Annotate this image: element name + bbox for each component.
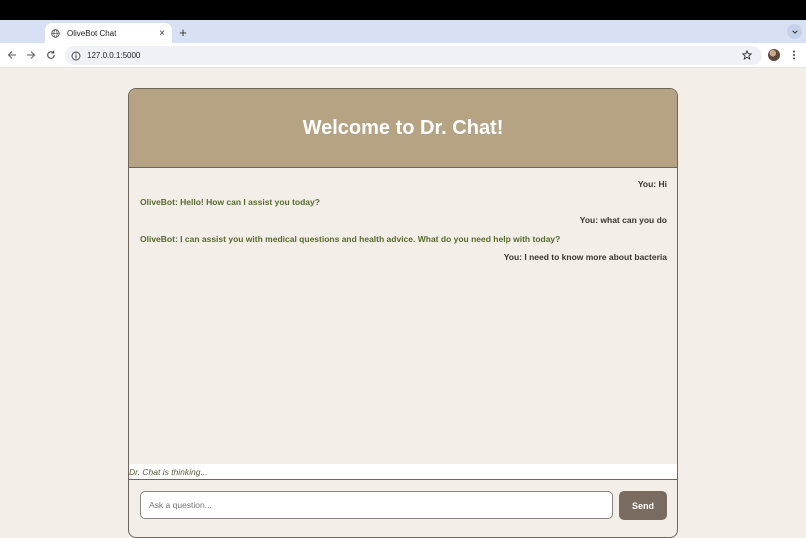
input-row: Send [129,480,677,537]
browser-menu-button[interactable] [788,48,800,62]
user-message: You: what can you do [579,215,667,225]
back-button[interactable] [5,48,19,62]
tab-strip: OliveBot Chat × + [0,20,806,43]
tab-title: OliveBot Chat [67,28,117,38]
question-input[interactable] [140,491,613,519]
reload-icon [47,50,55,59]
url-text: 127.0.0.1:5000 [87,51,141,60]
send-button[interactable]: Send [619,491,667,520]
chat-header: Welcome to Dr. Chat! [129,89,677,168]
more-vertical-icon [793,50,795,60]
bookmark-button[interactable] [740,48,754,62]
chat-container: Welcome to Dr. Chat! You: Hi OliveBot: H… [128,88,678,538]
tab-search-button[interactable] [787,24,802,39]
chevron-down-icon [791,29,798,34]
arrow-left-icon [7,51,16,59]
chat-messages: You: Hi OliveBot: Hello! How can I assis… [129,168,677,464]
browser-tab[interactable]: OliveBot Chat × [45,23,172,43]
star-icon [742,50,752,60]
info-icon[interactable] [70,50,82,62]
bot-message: OliveBot: I can assist you with medical … [140,234,561,244]
user-message: You: Hi [637,179,667,189]
forward-button[interactable] [24,48,38,62]
new-tab-button[interactable]: + [176,25,190,40]
address-bar[interactable]: 127.0.0.1:5000 [65,46,762,65]
page-title: Welcome to Dr. Chat! [302,116,504,139]
arrow-right-icon [27,51,36,59]
close-icon[interactable]: × [155,26,169,40]
typing-indicator: Dr. Chat is thinking... [129,464,677,480]
user-message: You: I need to know more about bacteria [503,252,667,262]
globe-icon [51,28,60,38]
screen-top-bar [0,0,806,20]
avatar[interactable] [768,49,780,61]
reload-button[interactable] [44,48,58,62]
navigation-bar: 127.0.0.1:5000 [0,43,806,68]
bot-message: OliveBot: Hello! How can I assist you to… [140,197,320,207]
